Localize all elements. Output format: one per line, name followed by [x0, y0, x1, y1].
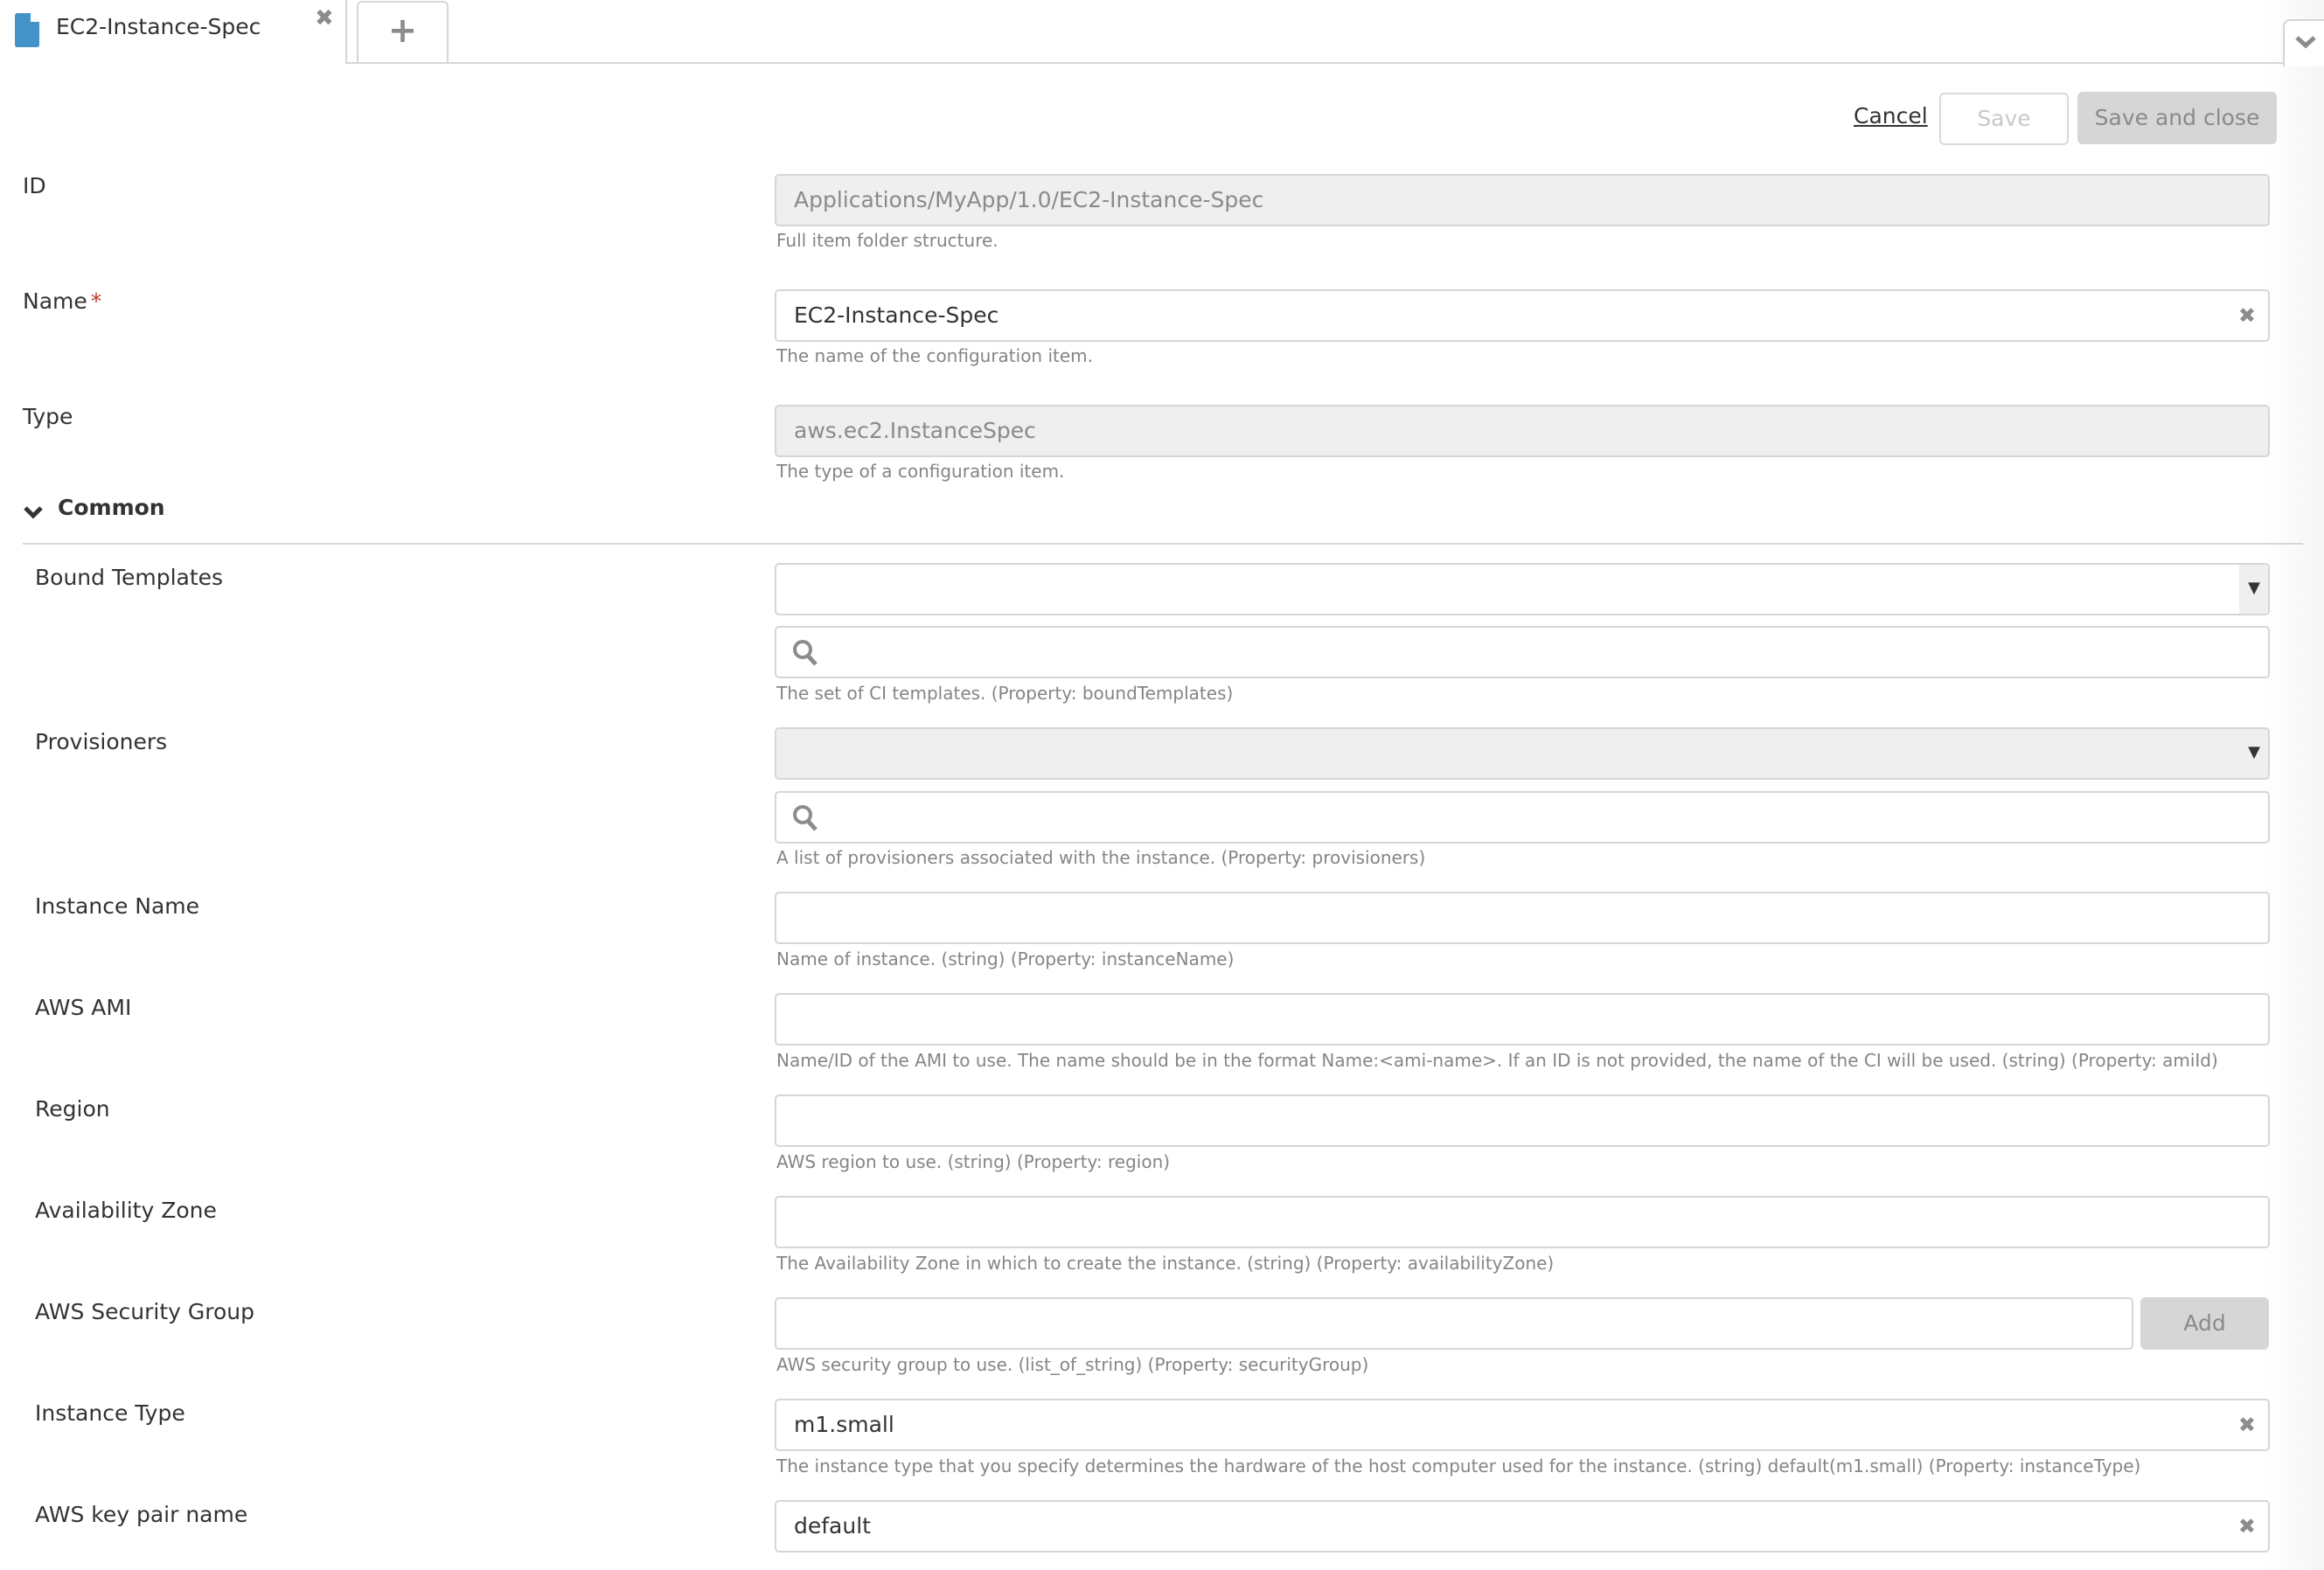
instance-name-helper: Name of instance. (string) (Property: in… — [776, 948, 1235, 969]
section-divider — [23, 543, 2303, 545]
caret-down-icon[interactable]: ▼ — [2248, 743, 2260, 761]
cancel-button[interactable]: Cancel — [1854, 103, 1928, 129]
section-title: Common — [58, 495, 165, 520]
key-pair-label: AWS key pair name — [35, 1502, 248, 1527]
instance-type-label: Instance Type — [35, 1400, 185, 1426]
close-icon[interactable]: ✖ — [315, 5, 334, 31]
caret-down-icon: ▼ — [2248, 579, 2260, 597]
type-field: aws.ec2.InstanceSpec — [775, 405, 2270, 457]
required-marker: * — [90, 288, 102, 314]
bound-templates-search[interactable] — [775, 626, 2270, 678]
id-helper: Full item folder structure. — [776, 230, 998, 251]
name-value: EC2-Instance-Spec — [794, 302, 999, 328]
key-pair-input[interactable]: default ✖ — [775, 1500, 2270, 1553]
type-value: aws.ec2.InstanceSpec — [794, 418, 1036, 443]
name-helper: The name of the configuration item. — [776, 345, 1094, 366]
plus-icon: + — [387, 10, 418, 51]
chevron-down-icon — [2295, 36, 2316, 49]
add-tab-button[interactable]: + — [357, 1, 449, 64]
bound-templates-helper: The set of CI templates. (Property: boun… — [776, 683, 1234, 704]
security-group-label: AWS Security Group — [35, 1299, 254, 1324]
search-icon — [793, 640, 818, 666]
instance-name-label: Instance Name — [35, 893, 200, 919]
dropdown-button[interactable]: ▼ — [2239, 565, 2268, 614]
instance-name-input[interactable] — [775, 892, 2270, 944]
region-input[interactable] — [775, 1094, 2270, 1147]
id-label: ID — [23, 173, 46, 198]
clear-icon[interactable]: ✖ — [2238, 303, 2256, 328]
search-icon — [793, 805, 818, 831]
type-label: Type — [23, 404, 73, 429]
availability-zone-helper: The Availability Zone in which to create… — [776, 1253, 1555, 1274]
tab-bar: EC2-Instance-Spec ✖ + — [0, 0, 2324, 66]
region-helper: AWS region to use. (string) (Property: r… — [776, 1151, 1171, 1172]
tab-menu-button[interactable] — [2283, 19, 2324, 66]
id-value: Applications/MyApp/1.0/EC2-Instance-Spec — [794, 187, 1264, 212]
bound-templates-label: Bound Templates — [35, 565, 224, 590]
save-button[interactable]: Save — [1939, 93, 2069, 145]
availability-zone-input[interactable] — [775, 1196, 2270, 1248]
name-label-text: Name — [23, 288, 87, 314]
id-field: Applications/MyApp/1.0/EC2-Instance-Spec — [775, 174, 2270, 226]
availability-zone-label: Availability Zone — [35, 1198, 217, 1223]
clear-icon[interactable]: ✖ — [2238, 1514, 2256, 1539]
security-group-helper: AWS security group to use. (list_of_stri… — [776, 1354, 1369, 1375]
document-icon — [15, 13, 39, 47]
tab-bar-divider — [345, 62, 2283, 64]
provisioners-helper: A list of provisioners associated with t… — [776, 847, 1426, 868]
aws-ami-label: AWS AMI — [35, 995, 132, 1020]
security-group-input[interactable] — [775, 1297, 2133, 1350]
aws-ami-helper: Name/ID of the AMI to use. The name shou… — [776, 1050, 2218, 1071]
chevron-down-icon — [24, 506, 43, 519]
region-label: Region — [35, 1096, 110, 1122]
instance-type-helper: The instance type that you specify deter… — [776, 1455, 2141, 1476]
clear-icon[interactable]: ✖ — [2238, 1413, 2256, 1437]
provisioners-search[interactable] — [775, 791, 2270, 844]
add-security-group-button[interactable]: Add — [2140, 1297, 2269, 1350]
name-input[interactable]: EC2-Instance-Spec ✖ — [775, 289, 2270, 342]
name-label: Name * — [23, 288, 101, 314]
tab-ec2-instance-spec[interactable]: EC2-Instance-Spec ✖ — [0, 0, 347, 64]
instance-type-value: m1.small — [794, 1412, 894, 1437]
type-helper: The type of a configuration item. — [776, 461, 1065, 482]
instance-type-input[interactable]: m1.small ✖ — [775, 1399, 2270, 1451]
provisioners-select[interactable]: ▼ — [775, 727, 2270, 780]
provisioners-label: Provisioners — [35, 729, 168, 754]
key-pair-value: default — [794, 1513, 871, 1539]
bound-templates-select[interactable]: ▼ — [775, 563, 2270, 615]
save-and-close-button[interactable]: Save and close — [2077, 92, 2277, 144]
tab-label: EC2-Instance-Spec — [56, 14, 261, 39]
aws-ami-input[interactable] — [775, 993, 2270, 1046]
